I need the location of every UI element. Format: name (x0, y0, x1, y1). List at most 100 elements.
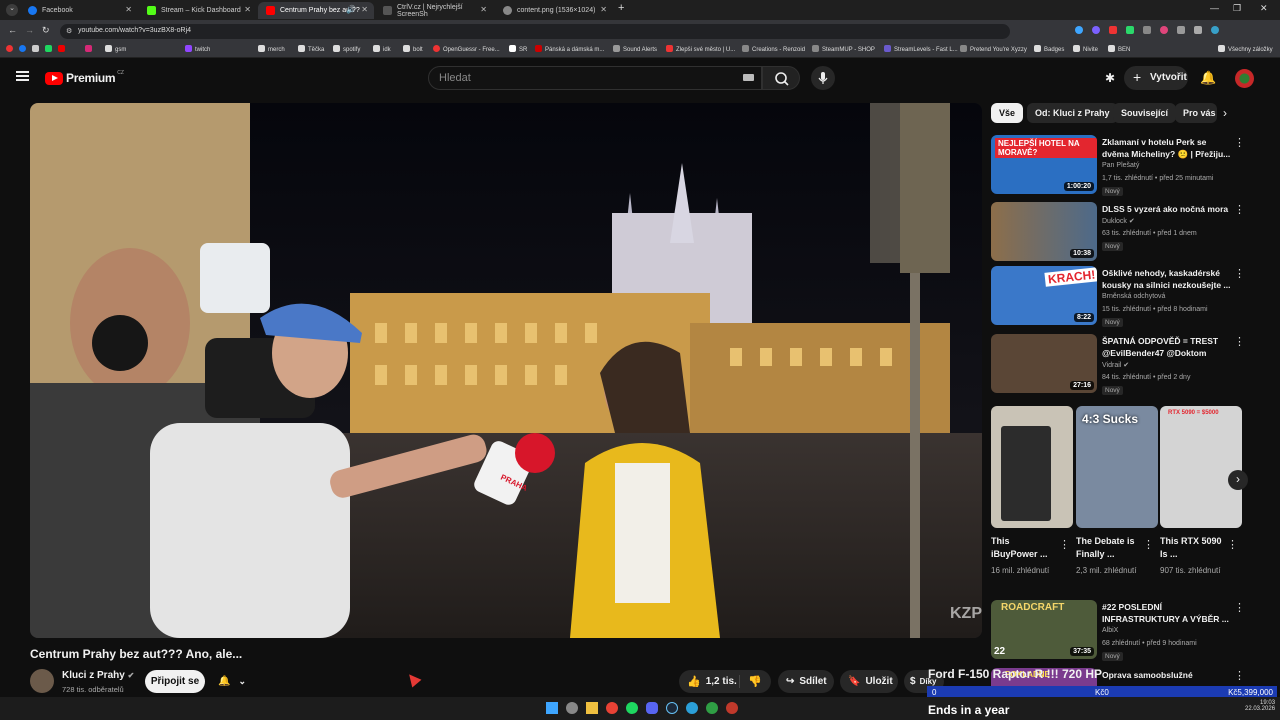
chip-all[interactable]: Vše (991, 103, 1024, 123)
more-options-icon[interactable]: ⋮ (1234, 136, 1245, 149)
rec-channel[interactable]: Duklock ✔ (1102, 217, 1135, 225)
close-icon[interactable]: ✕ (600, 5, 607, 14)
more-options-icon[interactable]: ⋮ (1234, 267, 1245, 280)
tab-content-png[interactable]: content.png (1536×1024) ✕ (495, 2, 613, 19)
more-options-icon[interactable]: ⋮ (1059, 538, 1070, 551)
discord-icon[interactable] (646, 702, 658, 714)
chip-from-channel[interactable]: Od: Kluci z Prahy (1027, 103, 1118, 123)
bookmark-creations[interactable]: Creations - Renzoid (742, 45, 805, 53)
video-player[interactable]: PRAHA KZP (30, 103, 982, 638)
new-tab-button[interactable]: + (618, 2, 624, 14)
rec-title[interactable]: Oprava samoobslužné (1102, 669, 1232, 681)
short-title[interactable]: This iBuyPower ... (991, 535, 1053, 561)
bookmark-steammup[interactable]: SteamMUP - SHOP (812, 45, 875, 53)
windows-start-icon[interactable] (546, 702, 558, 714)
bookmark-gsm[interactable]: gsm (105, 45, 126, 53)
forward-icon[interactable]: → (25, 25, 34, 35)
bookmark-panska[interactable]: Pánská a dámská m... (535, 45, 604, 53)
spotify-icon[interactable] (626, 702, 638, 714)
bookmark-openguessr[interactable]: OpenGuessr - Free... (433, 45, 500, 53)
rec-title[interactable]: #22 POSLEDNÍ INFRASTRUKTURY A VÝBĚR ... (1102, 601, 1232, 625)
bookmark-bolt[interactable]: bolt (403, 45, 423, 53)
short-thumbnail[interactable] (991, 406, 1073, 528)
minimize-button[interactable]: — (1210, 3, 1219, 13)
tab-youtube-active[interactable]: Centrum Prahy bez aut?? 🔊 ✕ (258, 2, 374, 19)
search-input[interactable]: Hledat (428, 66, 762, 90)
window-close-button[interactable]: ✕ (1260, 3, 1268, 14)
bookmark-ben[interactable]: BEN (1108, 45, 1130, 53)
bookmark-nivite[interactable]: Nivite (1073, 45, 1098, 53)
bookmark-xyzzy[interactable]: Pretend You're Xyzzy (960, 45, 1027, 53)
rec-channel[interactable]: Brněnská odchytová (1102, 293, 1165, 300)
like-button[interactable]: 👍 1,2 tis. (679, 675, 739, 688)
rec-title[interactable]: Zklamaní v hotelu Perk se dvěma Michelin… (1102, 136, 1232, 160)
bookmark-idk[interactable]: idk (373, 45, 391, 53)
chevron-right-icon[interactable]: › (1223, 106, 1227, 120)
bookmark-streamlevels[interactable]: StreamLevels - Fast L... (884, 45, 958, 53)
rec-channel[interactable]: AlbiX (1102, 627, 1118, 634)
app-icon[interactable] (706, 702, 718, 714)
channel-name[interactable]: Kluci z Prahy ✔ (62, 670, 134, 681)
steam-icon[interactable] (666, 702, 678, 714)
share-button[interactable]: ↪ Sdílet (778, 670, 834, 693)
bookmark-spotify[interactable]: spotify (333, 45, 360, 53)
studio-icon[interactable]: ✱ (1105, 71, 1115, 85)
bookmark-zlepsi[interactable]: Zlepši své město | U... (666, 45, 735, 53)
join-button[interactable]: Připojit se (145, 670, 205, 693)
create-button[interactable]: + Vytvořit (1124, 66, 1188, 90)
rec-channel[interactable]: Pan Plešatý (1102, 162, 1139, 169)
shorts-next-button[interactable]: › (1228, 470, 1248, 490)
bookmark-instagram[interactable] (85, 45, 95, 53)
tab-kick[interactable]: Stream – Kick Dashboard ✕ (139, 2, 257, 19)
bookmark-sr[interactable]: SR (509, 45, 527, 53)
bookmark-badges[interactable]: Badges (1034, 45, 1064, 53)
rec-title[interactable]: Ošklivé nehody, kaskadérské kousky na si… (1102, 267, 1232, 291)
save-button[interactable]: 🔖 Uložit (840, 670, 898, 693)
close-icon[interactable]: ✕ (244, 5, 251, 14)
rec-title[interactable]: DLSS 5 vyzerá ako nočná mora (1102, 203, 1232, 215)
more-options-icon[interactable]: ⋮ (1143, 538, 1154, 551)
short-thumbnail[interactable]: RTX 5090 = $5000 (1160, 406, 1242, 528)
more-options-icon[interactable]: ⋮ (1234, 601, 1245, 614)
close-icon[interactable]: ✕ (480, 5, 487, 14)
chrome-icon[interactable] (606, 702, 618, 714)
rec-channel[interactable]: Vidrail ✔ (1102, 361, 1129, 369)
bookmark-tecka[interactable]: Těčka (298, 45, 324, 53)
notifications-bell-icon[interactable]: 🔔 (1200, 70, 1216, 86)
bookmark-merch[interactable]: merch (258, 45, 285, 53)
youtube-logo[interactable]: Premium CZ (45, 70, 124, 85)
chip-for-you[interactable]: Pro vás (1175, 103, 1217, 123)
more-options-icon[interactable]: ⋮ (1234, 669, 1245, 682)
bookmark-twitch[interactable]: twitch (185, 45, 210, 53)
search-icon[interactable] (566, 702, 578, 714)
reload-icon[interactable]: ↻ (42, 25, 50, 36)
back-icon[interactable]: ← (8, 25, 17, 35)
short-title[interactable]: This RTX 5090 Is ... (1160, 535, 1222, 561)
keyboard-icon[interactable] (743, 74, 754, 81)
channel-avatar[interactable] (30, 669, 54, 693)
close-icon[interactable]: ✕ (361, 5, 368, 14)
chip-related[interactable]: Související (1113, 103, 1177, 123)
more-options-icon[interactable]: ⋮ (1234, 203, 1245, 216)
maximize-button[interactable]: ❐ (1233, 3, 1241, 14)
short-title[interactable]: The Debate is Finally ... (1076, 535, 1138, 561)
subscribe-bell-button[interactable]: 🔔 ⌄ (210, 670, 256, 693)
clock[interactable]: 19:03 22.03.2026 (1245, 700, 1275, 712)
address-bar[interactable]: youtube.com/watch?v=3uzBX8-oRj4 (60, 24, 1010, 39)
video-thumbnail[interactable]: ROADCRAFT 22 37:35 (991, 600, 1097, 659)
file-explorer-icon[interactable] (586, 702, 598, 714)
video-thumbnail[interactable]: KRACH! 8:22 (991, 266, 1097, 325)
voice-search-button[interactable] (811, 66, 835, 90)
bookmark-all[interactable]: Všechny záložky (1218, 45, 1273, 53)
rec-title[interactable]: ŠPATNÁ ODPOVĚĎ = TREST @EvilBender47 @Do… (1102, 335, 1232, 359)
tab-facebook[interactable]: Facebook ✕ (20, 2, 138, 19)
site-info-icon[interactable]: ⚙ (66, 27, 72, 35)
edge-icon[interactable] (686, 702, 698, 714)
avatar[interactable] (1235, 69, 1254, 88)
video-thumbnail[interactable]: NEJLEPŠÍ HOTEL NA MORAVĚ? 1:00:20 (991, 135, 1097, 194)
video-thumbnail[interactable]: 27:16 (991, 334, 1097, 393)
dislike-button[interactable]: 👎 (739, 675, 762, 688)
speaker-icon[interactable]: 🔊 (346, 5, 356, 14)
tab-ctrlv[interactable]: CtrlV.cz | Nejrychlejší ScreenSh ✕ (375, 2, 493, 19)
search-button[interactable] (762, 66, 800, 90)
